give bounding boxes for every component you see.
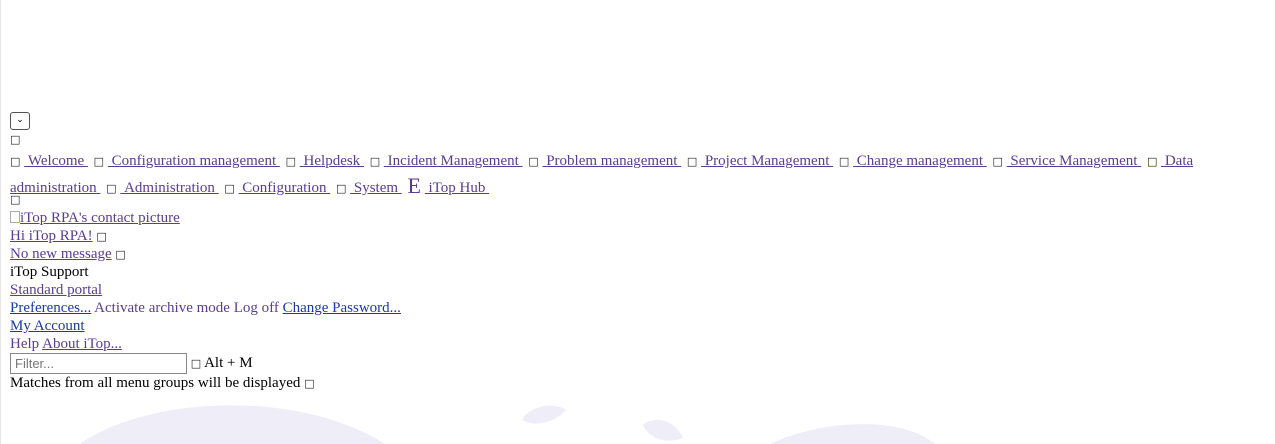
messages-row: No new message □ — [10, 246, 126, 263]
chevron-down-icon: ⌄ — [16, 115, 24, 125]
menu-group-4: □ Problem management — [528, 153, 681, 169]
keyboard-icon: □ — [190, 356, 202, 370]
menu-group-link[interactable]: Helpdesk — [300, 153, 364, 169]
menu-toggle[interactable]: □ — [10, 131, 20, 148]
filter-row: □ Alt + M — [10, 353, 253, 374]
menu-group-3: □ Incident Management — [370, 153, 523, 169]
menu-group-icon: □ — [285, 155, 297, 168]
background-hill-right — [770, 424, 935, 444]
menu-group-icon: □ — [528, 155, 539, 168]
filter-hint-row: Matches from all menu groups will be dis… — [10, 375, 315, 392]
menu-group-icon: □ — [93, 155, 105, 168]
menu-group-11: □ System — [336, 180, 402, 196]
messages-link[interactable]: No new message — [10, 246, 112, 262]
menu-group-9: □ Administration — [106, 180, 218, 196]
menu-group-icon: □ — [335, 182, 347, 195]
filter-shortcut: Alt + M — [204, 354, 253, 371]
bell-icon: □ — [115, 248, 126, 261]
menu-group-link[interactable]: Change management — [853, 153, 987, 169]
my-account-link[interactable]: My Account — [10, 318, 85, 334]
menu-group-link[interactable]: Welcome — [24, 153, 88, 169]
standard-portal-link[interactable]: Standard portal — [10, 282, 102, 298]
menu-group-icon: □ — [106, 182, 117, 195]
menu-group-icon: □ — [224, 182, 235, 195]
user-icon: □ — [96, 230, 107, 243]
menu-group-2: □ Helpdesk — [286, 153, 364, 169]
menu-group-icon: □ — [838, 155, 850, 168]
portal-row: Standard portal — [10, 282, 102, 299]
background-leaf-1 — [522, 405, 566, 424]
menu-selector-dropdown[interactable]: ⌄ — [10, 112, 30, 130]
menu-group-icon: □ — [10, 155, 21, 168]
menu-group-link[interactable]: Configuration management — [108, 153, 280, 169]
menu-group-10: □ Configuration — [224, 180, 330, 196]
menu-toggle-icon: □ — [10, 133, 21, 146]
menu-group-0: □ Welcome — [10, 153, 88, 169]
log-off-link[interactable]: Log off — [234, 300, 279, 316]
user-menu-icon: □ — [10, 193, 21, 206]
menu-group-link[interactable]: Service Management — [1007, 153, 1142, 169]
help-row: Help About iTop... — [10, 336, 122, 353]
about-link[interactable]: About iTop... — [42, 336, 122, 352]
contact-picture[interactable]: iTop RPA's contact picture — [10, 210, 180, 227]
contact-picture-alt: iTop RPA's contact picture — [20, 210, 180, 226]
change-password-link[interactable]: Change Password... — [283, 300, 401, 316]
menu-group-link[interactable]: Problem management — [542, 153, 681, 169]
menu-group-icon: □ — [369, 155, 381, 168]
menu-group-link[interactable]: System — [350, 180, 402, 196]
menu-group-link[interactable]: Incident Management — [384, 153, 523, 169]
menu-filter-input[interactable] — [10, 353, 187, 374]
menu-group-link[interactable]: Configuration — [239, 180, 331, 196]
archive-mode-link[interactable]: Activate archive mode — [94, 300, 230, 316]
menu-group-6: □ Change management — [839, 153, 987, 169]
menu-group-12: E iTop Hub — [408, 174, 490, 198]
user-menu-toggle[interactable]: □ — [10, 191, 20, 208]
menu-groups: □ Welcome □ Configuration management □ H… — [10, 149, 1270, 201]
my-account-row: My Account — [10, 318, 85, 335]
filter-hint: Matches from all menu groups will be dis… — [10, 375, 301, 391]
menu-group-icon: □ — [686, 155, 698, 168]
background-leaf-2 — [643, 419, 683, 441]
info-icon: □ — [304, 377, 315, 390]
preferences-link[interactable]: Preferences... — [10, 300, 91, 316]
contact-picture-link[interactable]: iTop RPA's contact picture — [10, 210, 180, 226]
menu-group-7: □ Service Management — [993, 153, 1142, 169]
menu-group-5: □ Project Management — [687, 153, 833, 169]
menu-group-link[interactable]: iTop Hub — [425, 180, 489, 196]
menu-group-link[interactable]: Project Management — [701, 153, 833, 169]
menu-group-1: □ Configuration management — [94, 153, 280, 169]
user-greeting-row: Hi iTop RPA! □ — [10, 228, 107, 245]
user-actions-row: Preferences... Activate archive mode Log… — [10, 300, 401, 317]
help-link[interactable]: Help — [10, 336, 39, 352]
broken-image-icon — [10, 211, 20, 223]
menu-group-icon: □ — [1146, 155, 1158, 168]
organization-name: iTop Support — [10, 264, 89, 280]
itop-hub-icon: E — [407, 173, 421, 198]
user-greeting-link[interactable]: Hi iTop RPA! — [10, 228, 93, 244]
menu-group-link[interactable]: Administration — [120, 180, 218, 196]
menu-group-icon: □ — [992, 155, 1003, 168]
background-hill-left — [80, 405, 385, 444]
